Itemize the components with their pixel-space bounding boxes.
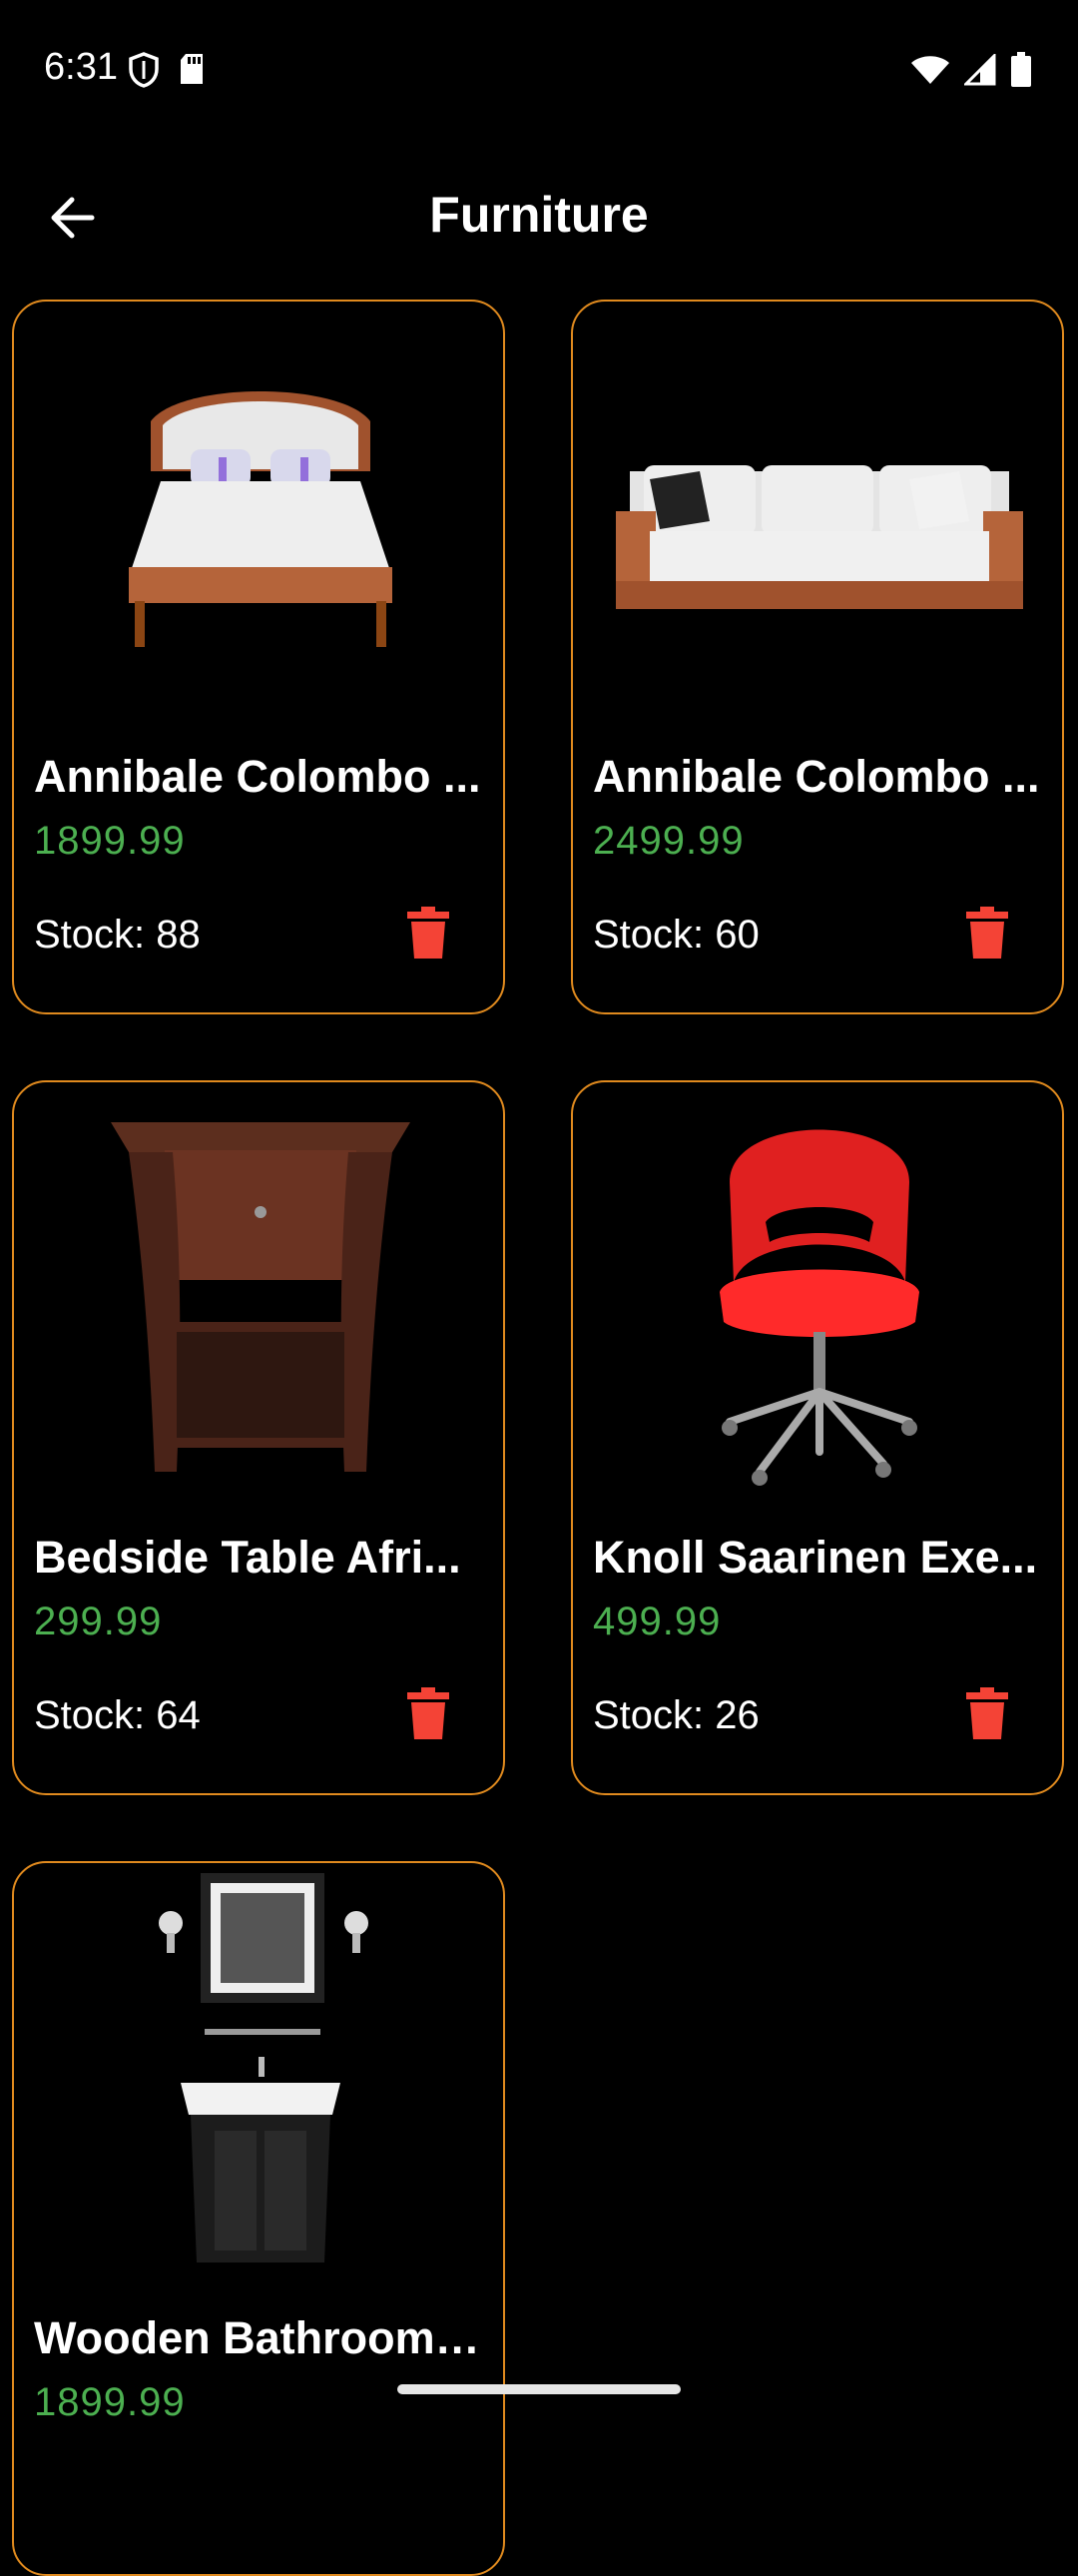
status-time: 6:31: [44, 46, 118, 88]
delete-button[interactable]: [966, 1687, 1008, 1739]
sofa-image: [573, 302, 1062, 721]
wifi-icon: [910, 54, 950, 91]
product-stock: Stock: 64: [34, 1693, 201, 1737]
product-name: Annibale Colombo ...: [34, 751, 481, 802]
bathroom-vanity-image: [14, 1863, 503, 2282]
battery-icon: [1010, 52, 1032, 93]
product-name: Annibale Colombo ...: [593, 751, 1040, 802]
product-price: 1899.99: [34, 819, 186, 863]
home-indicator[interactable]: [397, 2384, 681, 2394]
product-stock: Stock: 88: [34, 913, 201, 957]
product-stock: Stock: 60: [593, 913, 760, 957]
office-chair-image: [573, 1082, 1062, 1502]
status-right-icons: [910, 52, 1032, 93]
product-card[interactable]: Wooden Bathroom ... 1899.99: [12, 1861, 505, 2576]
product-name: Wooden Bathroom ...: [34, 2312, 483, 2363]
product-card[interactable]: Bedside Table Afri... 299.99 Stock: 64: [12, 1080, 505, 1795]
product-price: 1899.99: [34, 2380, 186, 2424]
status-left-icons: [128, 52, 206, 93]
trash-icon: [407, 1687, 449, 1743]
bed-image: [14, 302, 503, 721]
product-price: 299.99: [34, 1600, 163, 1643]
cellular-signal-icon: [962, 52, 996, 91]
delete-button[interactable]: [966, 907, 1008, 959]
trash-icon: [407, 907, 449, 963]
trash-icon: [966, 1687, 1008, 1743]
app-bar: Furniture: [0, 160, 1078, 272]
product-card[interactable]: Annibale Colombo ... 2499.99 Stock: 60: [571, 300, 1064, 1014]
shield-icon: [128, 52, 160, 93]
delete-button[interactable]: [407, 1687, 449, 1739]
product-card[interactable]: Knoll Saarinen Exe... 499.99 Stock: 26: [571, 1080, 1064, 1795]
delete-button[interactable]: [407, 907, 449, 959]
product-card[interactable]: Annibale Colombo ... 1899.99 Stock: 88: [12, 300, 505, 1014]
product-price: 499.99: [593, 1600, 722, 1643]
product-price: 2499.99: [593, 819, 745, 863]
product-stock: Stock: 26: [593, 1693, 760, 1737]
page-title: Furniture: [429, 187, 649, 243]
product-name: Knoll Saarinen Exe...: [593, 1532, 1038, 1583]
status-bar: 6:31: [0, 0, 1078, 140]
bedside-table-image: [14, 1082, 503, 1502]
sd-card-icon: [178, 52, 206, 93]
product-name: Bedside Table Afri...: [34, 1532, 461, 1583]
trash-icon: [966, 907, 1008, 963]
